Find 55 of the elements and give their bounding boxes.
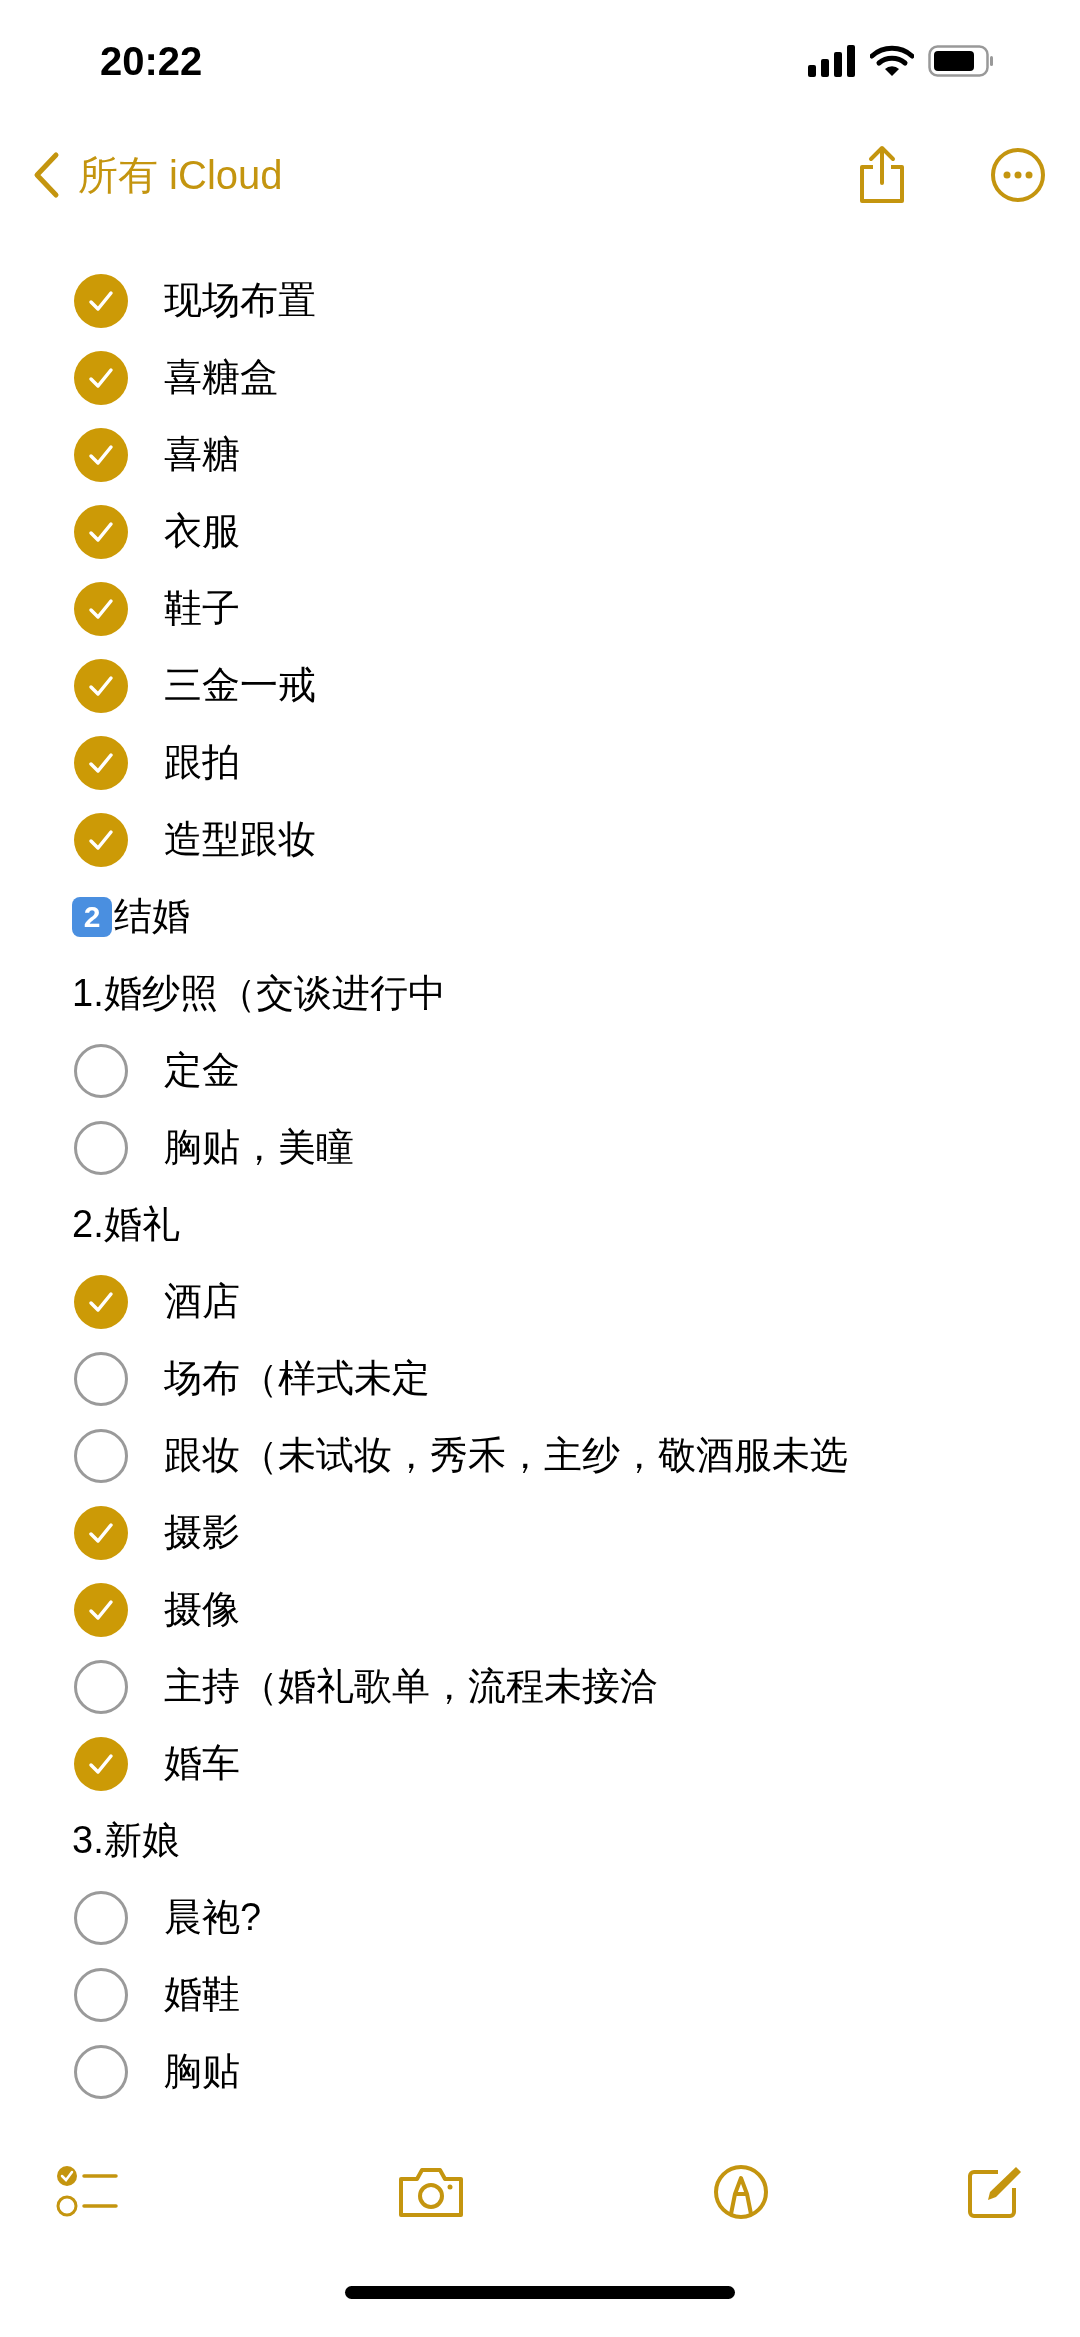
checklist-item-text: 跟妆（未试妆，秀禾，主纱，敬酒服未选 (164, 1433, 848, 1478)
signal-icon (808, 45, 856, 77)
empty-circle-icon[interactable] (74, 2044, 128, 2099)
checklist-item-text: 婚鞋 (164, 1972, 240, 2017)
checklist-item-text: 喜糖盒 (164, 355, 278, 400)
note-heading: 2.婚礼 (72, 1202, 180, 1247)
checked-circle-icon[interactable] (74, 812, 128, 867)
note-heading: 结婚 (114, 894, 190, 939)
empty-circle-icon[interactable] (74, 1428, 128, 1483)
empty-circle-icon[interactable] (74, 1967, 128, 2022)
empty-circle-icon[interactable] (74, 1351, 128, 1406)
checked-circle-icon[interactable] (74, 581, 128, 636)
checklist-item-text: 跟拍 (164, 740, 240, 785)
empty-circle-icon[interactable] (74, 1043, 128, 1098)
checked-circle-icon[interactable] (74, 658, 128, 713)
checked-circle-icon[interactable] (74, 273, 128, 328)
empty-circle-icon[interactable] (74, 1120, 128, 1175)
camera-button[interactable] (397, 2165, 466, 2219)
checklist-item-text: 鞋子 (164, 586, 240, 631)
checked-circle-icon[interactable] (74, 1274, 128, 1329)
checklist-item-text: 胸贴，美瞳 (164, 1125, 354, 1170)
keycap-badge: 2 (72, 896, 112, 937)
checklist-item-text: 喜糖 (164, 432, 240, 477)
checklist-item-text: 酒店 (164, 1279, 240, 1324)
battery-icon (928, 45, 994, 77)
empty-circle-icon[interactable] (74, 1659, 128, 1714)
checklist-item-text: 场布（样式未定 (164, 1356, 430, 1401)
checklist-item-text: 三金一戒 (164, 663, 316, 708)
checked-circle-icon[interactable] (74, 427, 128, 482)
note-heading: 1.婚纱照（交谈进行中 (72, 971, 446, 1016)
checklist-item-text: 主持（婚礼歌单，流程未接洽 (164, 1664, 658, 1709)
checklist-item-text: 摄影 (164, 1510, 240, 1555)
back-button[interactable]: 所有 iCloud (32, 145, 283, 205)
checklist-item-text: 衣服 (164, 509, 240, 554)
checked-circle-icon[interactable] (74, 1505, 128, 1560)
checked-circle-icon[interactable] (74, 504, 128, 559)
checklist-item-text: 造型跟妆 (164, 817, 316, 862)
checklist-item-text: 婚车 (164, 1741, 240, 1786)
checklist-item-text: 摄像 (164, 1587, 240, 1632)
more-button[interactable] (990, 147, 1046, 203)
chevron-left-icon (32, 151, 60, 199)
checklist-item-text: 现场布置 (164, 278, 316, 323)
checked-circle-icon[interactable] (74, 1736, 128, 1791)
compose-button[interactable] (966, 2164, 1024, 2220)
status-time: 20:22 (100, 38, 203, 85)
checklist-item-text: 胸贴 (164, 2049, 240, 2094)
markup-button[interactable] (712, 2164, 769, 2220)
checked-circle-icon[interactable] (74, 735, 128, 790)
wifi-icon (870, 45, 914, 77)
empty-circle-icon[interactable] (74, 1890, 128, 1945)
checked-circle-icon[interactable] (74, 1582, 128, 1637)
note-heading: 3.新娘 (72, 1818, 180, 1863)
checked-circle-icon[interactable] (74, 350, 128, 405)
checklist-item-text: 定金 (164, 1048, 240, 1093)
checklist-item-text: 晨袍? (164, 1895, 262, 1940)
